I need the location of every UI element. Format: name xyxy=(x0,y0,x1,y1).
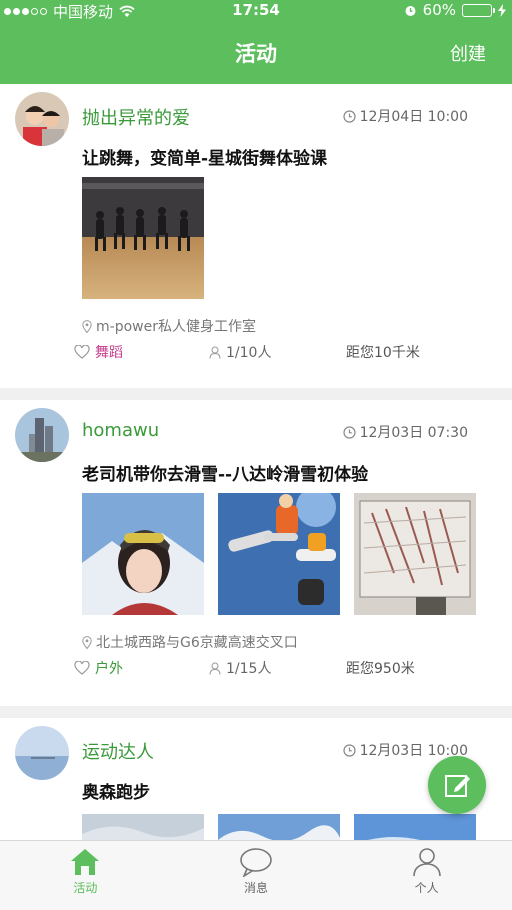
tab-bar: 活动 消息 个人 xyxy=(0,840,512,910)
floating-create-button[interactable] xyxy=(428,756,486,814)
person-icon xyxy=(209,346,221,359)
top-bar: 中国移动 17:54 60% 活动 创建 xyxy=(0,0,512,84)
activity-meta: 户外 1/15人 距您950米 xyxy=(74,658,494,680)
category-tag: 舞蹈 xyxy=(95,345,123,361)
edit-icon xyxy=(445,775,470,797)
tab-profile[interactable]: 个人 xyxy=(341,841,512,910)
message-icon xyxy=(240,848,272,877)
create-button[interactable]: 创建 xyxy=(450,40,486,66)
activity-time: 12月04日 10:00 xyxy=(342,106,468,126)
tab-label: 活动 xyxy=(73,881,98,895)
charging-icon xyxy=(498,3,506,17)
username[interactable]: 运动达人 xyxy=(82,738,154,764)
heart-icon[interactable] xyxy=(74,661,90,675)
username[interactable]: homawu xyxy=(82,420,159,441)
avatar[interactable] xyxy=(15,726,69,780)
like-tag[interactable]: 舞蹈 xyxy=(74,342,123,362)
activity-title[interactable]: 老司机带你去滑雪--八达岭滑雪初体验 xyxy=(82,460,368,485)
home-icon xyxy=(71,849,100,875)
location-label: 北土城西路与G6京藏高速交叉口 xyxy=(96,635,298,651)
activity-photo[interactable] xyxy=(218,493,340,615)
tab-messages[interactable]: 消息 xyxy=(171,841,342,910)
activity-card[interactable]: homawu 12月03日 07:30 老司机带你去滑雪--八达岭滑雪初体验 北… xyxy=(0,400,512,706)
distance-label: 距您10千米 xyxy=(346,345,420,361)
distance-label: 距您950米 xyxy=(346,661,415,677)
time-label: 12月03日 07:30 xyxy=(359,425,468,441)
clock-icon xyxy=(342,743,356,757)
person-icon xyxy=(209,662,221,675)
participants: 1/10人 xyxy=(209,342,271,362)
activity-photo[interactable] xyxy=(354,814,476,840)
activity-title[interactable]: 让跳舞，变简单-星城街舞体验课 xyxy=(82,144,327,169)
avatar[interactable] xyxy=(15,92,69,146)
activity-time: 12月03日 07:30 xyxy=(342,422,468,442)
person-icon xyxy=(412,848,441,877)
alarm-icon xyxy=(405,5,416,16)
tab-label: 消息 xyxy=(244,881,269,895)
clock-icon xyxy=(342,109,356,123)
activity-title[interactable]: 奥森跑步 xyxy=(82,778,150,803)
like-tag[interactable]: 户外 xyxy=(74,658,123,678)
username[interactable]: 抛出异常的爱 xyxy=(82,104,190,130)
category-tag: 户外 xyxy=(95,661,123,677)
participants: 1/15人 xyxy=(209,658,271,678)
participants-count: 1/15人 xyxy=(226,661,272,677)
page-title: 活动 xyxy=(235,42,277,66)
activity-feed[interactable]: 抛出异常的爱 12月04日 10:00 让跳舞，变简单-星城街舞体验课 m-po… xyxy=(0,84,512,840)
activity-photo[interactable] xyxy=(82,177,204,299)
activity-photo[interactable] xyxy=(82,814,204,840)
activity-photo[interactable] xyxy=(354,493,476,615)
activity-location: m-power私人健身工作室 xyxy=(82,316,256,336)
activity-location: 北土城西路与G6京藏高速交叉口 xyxy=(82,632,298,652)
heart-icon[interactable] xyxy=(74,345,90,359)
clock-icon xyxy=(342,425,356,439)
participants-count: 1/10人 xyxy=(226,345,272,361)
location-pin-icon xyxy=(82,319,92,333)
battery-icon xyxy=(462,3,495,17)
location-label: m-power私人健身工作室 xyxy=(96,319,256,335)
app-root: 中国移动 17:54 60% 活动 创建 抛出异常的爱 12月04日 10:00… xyxy=(0,0,512,910)
activity-meta: 舞蹈 1/10人 距您10千米 xyxy=(74,342,494,364)
status-bar: 中国移动 17:54 60% xyxy=(0,0,512,22)
activity-card[interactable]: 抛出异常的爱 12月04日 10:00 让跳舞，变简单-星城街舞体验课 m-po… xyxy=(0,84,512,388)
activity-photo[interactable] xyxy=(82,493,204,615)
tab-activity[interactable]: 活动 xyxy=(0,841,171,910)
activity-photo[interactable] xyxy=(218,814,340,840)
avatar[interactable] xyxy=(15,408,69,462)
time-label: 12月04日 10:00 xyxy=(359,109,468,125)
location-pin-icon xyxy=(82,635,92,649)
battery-percent: 60% xyxy=(422,1,456,19)
tab-label: 个人 xyxy=(414,881,439,895)
